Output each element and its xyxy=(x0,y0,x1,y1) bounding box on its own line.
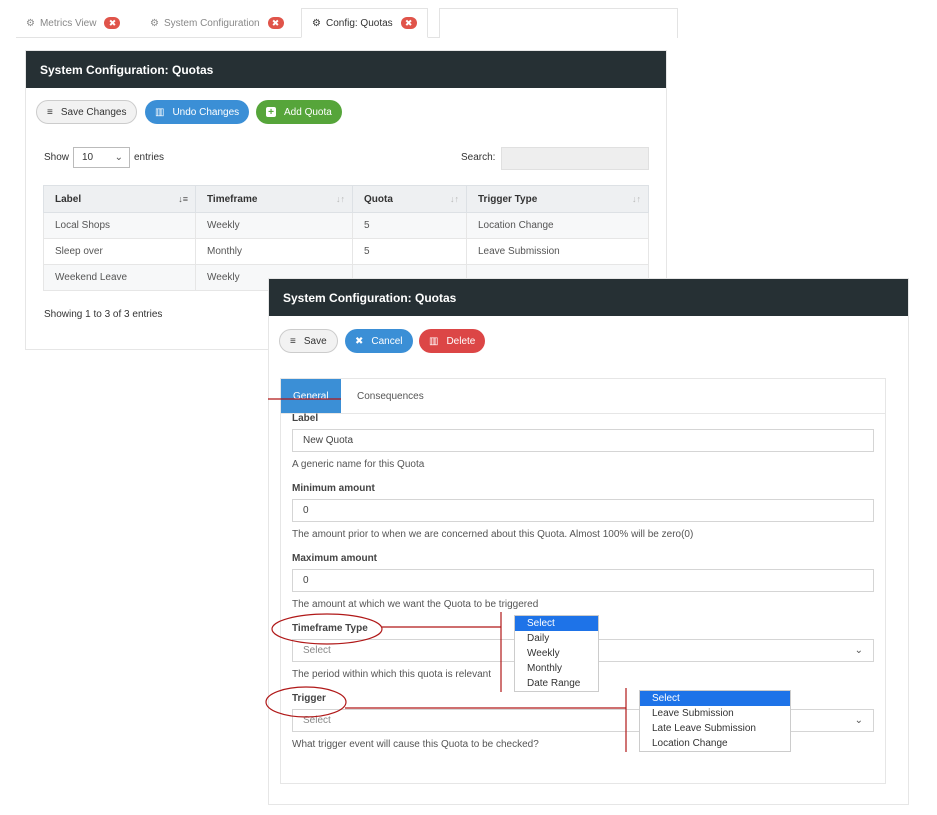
close-icon[interactable]: ✖ xyxy=(267,17,284,29)
table-cell: Weekly xyxy=(195,212,353,239)
add-quota-button[interactable]: + Add Quota xyxy=(256,100,342,124)
tab-config-quotas[interactable]: ⚙ Config: Quotas ✖ xyxy=(301,8,428,38)
column-header-timeframe[interactable]: Timeframe ↓↑ xyxy=(195,185,353,213)
quota-edit-panel: System Configuration: Quotas ≡ Save ✖ Ca… xyxy=(268,278,909,805)
close-icon[interactable]: ✖ xyxy=(104,17,121,29)
chevron-down-icon: ⌄ xyxy=(114,152,123,163)
close-icon: ✖ xyxy=(355,335,364,347)
table-row[interactable]: Sleep over Monthly 5 Leave Submission xyxy=(43,238,649,265)
plus-icon: + xyxy=(266,107,276,118)
column-header-label[interactable]: Label ↓≡ xyxy=(43,185,196,213)
table-cell: Local Shops xyxy=(43,212,196,239)
label-field-label: Label xyxy=(292,413,319,424)
trigger-option[interactable]: Late Leave Submission xyxy=(640,721,790,736)
trigger-option[interactable]: Location Change xyxy=(640,736,790,751)
label-input[interactable]: New Quota xyxy=(292,429,874,452)
trash-icon: ▥ xyxy=(155,106,165,118)
table-info: Showing 1 to 3 of 3 entries xyxy=(44,309,163,320)
column-header-trigger-type[interactable]: Trigger Type ↓↑ xyxy=(466,185,649,213)
form-tabs: General Consequences xyxy=(280,378,886,413)
tab-label: Metrics View xyxy=(39,17,97,29)
trigger-help-text: What trigger event will cause this Quota… xyxy=(292,739,539,750)
tab-system-configuration[interactable]: ⚙ System Configuration ✖ xyxy=(140,8,294,38)
trigger-options-list: Select Leave Submission Late Leave Submi… xyxy=(639,690,791,752)
delete-button[interactable]: ▥ Delete xyxy=(419,329,486,353)
panel-title: System Configuration: Quotas xyxy=(26,51,666,88)
search-label: Search: xyxy=(461,152,496,163)
column-header-quota[interactable]: Quota ↓↑ xyxy=(352,185,467,213)
table-cell: Monthly xyxy=(195,238,353,265)
entries-value: 10 xyxy=(82,152,94,163)
button-label: Save xyxy=(303,335,327,347)
maximum-amount-label: Maximum amount xyxy=(292,553,378,564)
minimum-amount-label: Minimum amount xyxy=(292,483,375,494)
minimum-amount-help-text: The amount prior to when we are concerne… xyxy=(292,529,694,540)
save-button[interactable]: ≡ Save xyxy=(279,329,338,353)
quotas-table: Label ↓≡ Timeframe ↓↑ Quota ↓↑ Trigger Type… xyxy=(43,185,649,291)
close-icon[interactable]: ✖ xyxy=(400,17,417,29)
button-label: Cancel xyxy=(371,335,403,347)
button-label: Add Quota xyxy=(284,106,332,118)
chevron-down-icon: ⌄ xyxy=(854,645,863,656)
timeframe-type-label: Timeframe Type xyxy=(292,623,368,634)
panel-title: System Configuration: Quotas xyxy=(269,279,908,316)
chevron-down-icon: ⌄ xyxy=(854,715,863,726)
timeframe-option[interactable]: Weekly xyxy=(515,646,598,661)
table-cell: 5 xyxy=(352,212,467,239)
gear-icon: ⚙ xyxy=(150,17,159,29)
table-cell: Leave Submission xyxy=(466,238,649,265)
table-cell: 5 xyxy=(352,238,467,265)
maximum-amount-input[interactable]: 0 xyxy=(292,569,874,592)
button-label: Delete xyxy=(446,335,476,347)
search-input[interactable] xyxy=(501,147,649,170)
tab-strip-empty xyxy=(439,8,678,38)
entries-select[interactable]: 10 ⌄ xyxy=(73,147,130,168)
dashboard-icon: ⚙ xyxy=(26,17,35,29)
cancel-button[interactable]: ✖ Cancel xyxy=(345,329,413,353)
entries-label: entries xyxy=(134,152,165,163)
tab-consequences[interactable]: Consequences xyxy=(345,379,436,413)
timeframe-option[interactable]: Daily xyxy=(515,631,598,646)
tab-metrics-view[interactable]: ⚙ Metrics View ✖ xyxy=(16,8,130,38)
minimum-amount-input[interactable]: 0 xyxy=(292,499,874,522)
trigger-label: Trigger xyxy=(292,693,326,704)
timeframe-option[interactable]: Monthly xyxy=(515,661,598,676)
button-label: Save Changes xyxy=(60,106,127,118)
sort-icon: ↓↑ xyxy=(336,194,345,204)
sort-icon: ↓↑ xyxy=(632,194,641,204)
select-value: Select xyxy=(303,645,331,656)
database-icon: ≡ xyxy=(290,335,296,347)
tab-general[interactable]: General xyxy=(281,379,341,413)
table-cell: Location Change xyxy=(466,212,649,239)
trigger-option[interactable]: Leave Submission xyxy=(640,706,790,721)
database-icon: ≡ xyxy=(47,106,53,118)
sort-asc-icon: ↓≡ xyxy=(178,194,188,204)
maximum-amount-help-text: The amount at which we want the Quota to… xyxy=(292,599,539,610)
trigger-option[interactable]: Select xyxy=(640,691,790,706)
timeframe-option[interactable]: Date Range xyxy=(515,676,598,691)
timeframe-options-list: Select Daily Weekly Monthly Date Range xyxy=(514,615,599,692)
timeframe-help-text: The period within which this quota is re… xyxy=(292,669,491,680)
gear-icon: ⚙ xyxy=(312,17,321,29)
timeframe-option[interactable]: Select xyxy=(515,616,598,631)
label-help-text: A generic name for this Quota xyxy=(292,459,425,470)
table-row[interactable]: Local Shops Weekly 5 Location Change xyxy=(43,212,649,239)
button-label: Undo Changes xyxy=(172,106,240,118)
tab-bar: ⚙ Metrics View ✖ ⚙ System Configuration … xyxy=(16,6,678,38)
tab-label: System Configuration xyxy=(163,17,260,29)
save-changes-button[interactable]: ≡ Save Changes xyxy=(36,100,138,124)
trash-icon: ▥ xyxy=(429,335,439,347)
table-cell: Weekend Leave xyxy=(43,264,196,291)
show-label: Show xyxy=(44,152,70,163)
table-header-row: Label ↓≡ Timeframe ↓↑ Quota ↓↑ Trigger Type… xyxy=(43,185,649,213)
undo-changes-button[interactable]: ▥ Undo Changes xyxy=(145,100,250,124)
select-value: Select xyxy=(303,715,331,726)
table-cell: Sleep over xyxy=(43,238,196,265)
sort-icon: ↓↑ xyxy=(450,194,459,204)
tab-label: Config: Quotas xyxy=(325,17,393,29)
